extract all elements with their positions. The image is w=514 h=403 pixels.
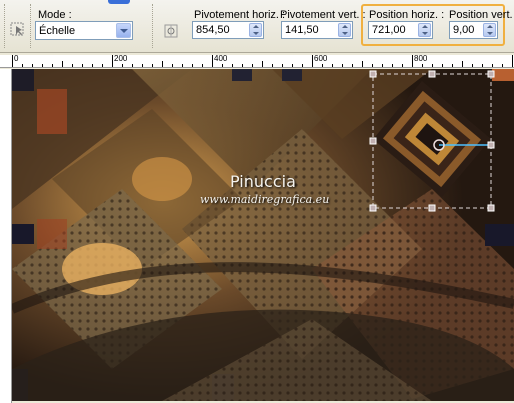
- ruler-tick: [232, 64, 233, 67]
- ruler-tick: [172, 64, 173, 67]
- mode-label: Mode :: [38, 9, 72, 21]
- mode-select[interactable]: Échelle: [35, 21, 133, 40]
- ruler-tick: [112, 55, 113, 67]
- watermark-url: www.maidiregrafica.eu: [200, 193, 330, 206]
- watermark-title: Pinuccia: [230, 172, 296, 191]
- ruler-tick: [152, 64, 153, 67]
- ruler-tick: [122, 64, 123, 67]
- vertical-ruler: [0, 69, 12, 403]
- spinner-arrows-icon[interactable]: [338, 23, 351, 37]
- ruler-tick: [482, 64, 483, 67]
- spinner-arrows-icon[interactable]: [418, 23, 431, 37]
- mode-select-value: Échelle: [39, 25, 76, 37]
- spinner-arrows-icon[interactable]: [249, 23, 262, 37]
- image-canvas[interactable]: [12, 69, 514, 401]
- ruler-tick: [442, 64, 443, 67]
- pos-v-input[interactable]: 9,00: [449, 21, 498, 39]
- pos-v-value: 9,00: [453, 24, 475, 36]
- ruler-tick: [262, 61, 263, 67]
- ruler-tick: [432, 64, 433, 67]
- pivot-h-value: 854,50: [196, 24, 230, 36]
- ruler-tick: [352, 64, 353, 67]
- ruler-tick: [102, 64, 103, 67]
- ruler-tick: [292, 64, 293, 67]
- pivot-v-label: Pivotement vert. :: [280, 9, 366, 21]
- ruler-tick: [202, 64, 203, 67]
- ruler-tick: [12, 55, 13, 67]
- pivot-h-label: Pivotement horiz. :: [194, 9, 286, 21]
- pivot-h-input[interactable]: 854,50: [192, 21, 264, 39]
- ruler-tick: [272, 64, 273, 67]
- ruler-tick: [142, 64, 143, 67]
- ruler-tick: [512, 55, 513, 67]
- ruler-tick: [452, 64, 453, 67]
- ruler-tick: [492, 64, 493, 67]
- ruler-tick: [472, 64, 473, 67]
- ruler-tick: [412, 55, 413, 67]
- toolbar-separator: [30, 4, 34, 48]
- ruler-tick: [382, 64, 383, 67]
- pick-tool-icon[interactable]: [8, 20, 26, 38]
- ruler-label: 800: [414, 54, 428, 63]
- ruler-tick: [362, 61, 363, 67]
- ruler-tick: [372, 64, 373, 67]
- ruler-tick: [192, 64, 193, 67]
- pivot-v-value: 141,50: [285, 24, 319, 36]
- ruler-tick: [32, 64, 33, 67]
- ruler-tick: [502, 64, 503, 67]
- ruler-tick: [312, 55, 313, 67]
- ruler-tick: [282, 64, 283, 67]
- ruler-tick: [22, 64, 23, 67]
- ruler-tick: [62, 61, 63, 67]
- pos-v-label: Position vert. :: [449, 9, 514, 21]
- chevron-down-icon[interactable]: [116, 23, 131, 38]
- pos-h-input[interactable]: 721,00: [368, 21, 433, 39]
- ruler-tick: [242, 64, 243, 67]
- ruler-tick: [72, 64, 73, 67]
- ruler-tick: [132, 64, 133, 67]
- ruler-label: 200: [114, 54, 128, 63]
- ruler-tick: [422, 64, 423, 67]
- ruler-tick: [252, 64, 253, 67]
- artwork-image: [12, 69, 514, 401]
- ruler-tick: [82, 64, 83, 67]
- ruler-tick: [342, 64, 343, 67]
- ruler-tick: [402, 64, 403, 67]
- pos-h-label: Position horiz. :: [369, 9, 445, 21]
- ruler-label: 400: [214, 54, 228, 63]
- ruler-label: 0: [14, 54, 19, 63]
- ruler-label: 600: [314, 54, 328, 63]
- ruler-tick: [332, 64, 333, 67]
- ruler-tick: [322, 64, 323, 67]
- ruler-tick: [222, 64, 223, 67]
- ruler-tick: [212, 55, 213, 67]
- horizontal-ruler: 0 200 400 600 800: [0, 55, 514, 68]
- ruler-tick: [42, 64, 43, 67]
- pivot-v-input[interactable]: 141,50: [281, 21, 353, 39]
- ruler-tick: [182, 64, 183, 67]
- ruler-tick: [462, 61, 463, 67]
- ruler-tick: [302, 64, 303, 67]
- toolbar-tab-indicator: [108, 0, 130, 4]
- toolbar-separator: [152, 4, 156, 48]
- ruler-tick: [392, 64, 393, 67]
- ruler-tick: [92, 64, 93, 67]
- pivot-icon[interactable]: [162, 22, 180, 40]
- ruler-tick: [162, 61, 163, 67]
- ruler-tick: [52, 64, 53, 67]
- pos-h-value: 721,00: [372, 24, 406, 36]
- spinner-arrows-icon[interactable]: [483, 23, 496, 37]
- tool-options-bar: Mode : Échelle Pivotement horiz. : 854,5…: [0, 0, 514, 53]
